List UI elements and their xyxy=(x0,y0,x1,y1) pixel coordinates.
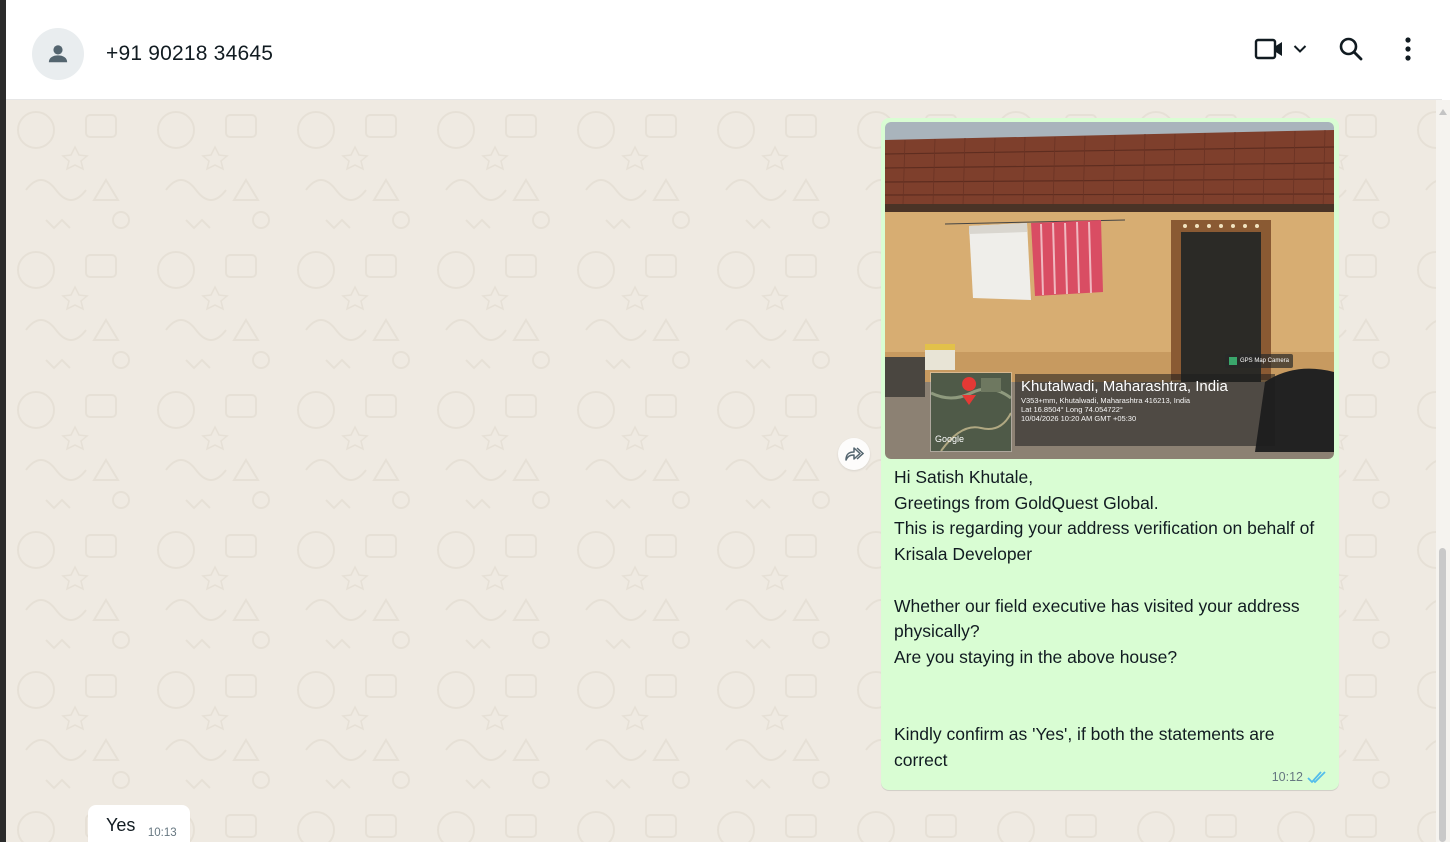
forward-icon xyxy=(845,447,864,461)
video-call-icon xyxy=(1254,38,1282,60)
gps-app-badge: GPS Map Camera xyxy=(1225,354,1294,368)
geotag-info-panel: Khutalwadi, Maharashtra, India V353+mm, … xyxy=(1015,374,1275,446)
geotag-coordinates: Lat 16.8504° Long 74.054722° xyxy=(1021,405,1123,414)
message-time: 10:12 xyxy=(1271,770,1303,784)
contact-avatar[interactable] xyxy=(32,28,84,80)
chevron-down-icon xyxy=(1293,45,1307,53)
outgoing-message-bubble[interactable]: Google GPS Map Camera Khutalwadi, Mahara… xyxy=(881,118,1339,790)
message-meta: 10:12 xyxy=(1272,770,1329,784)
outgoing-message-text: Hi Satish Khutale, Greetings from GoldQu… xyxy=(894,467,1315,770)
avatar-person-icon xyxy=(48,45,68,63)
video-call-button[interactable] xyxy=(1254,37,1308,61)
incoming-message-time: 10:13 xyxy=(147,827,177,839)
geotag-datetime: 10/04/2026 10:20 AM GMT +05:30 xyxy=(1021,414,1137,423)
gps-app-icon xyxy=(1229,357,1237,365)
message-photo[interactable]: Google GPS Map Camera Khutalwadi, Mahara… xyxy=(885,122,1334,459)
incoming-message-bubble[interactable]: Yes 10:13 xyxy=(88,805,190,842)
geotag-address: V353+mm, Khutalwadi, Maharashtra 416213,… xyxy=(1021,396,1191,405)
search-icon xyxy=(1339,37,1363,61)
map-brand-label: Google xyxy=(935,434,965,444)
chat-scrollbar-thumb[interactable] xyxy=(1439,548,1446,842)
chat-header: +91 90218 34645 xyxy=(6,8,1442,100)
read-receipt-double-check-icon xyxy=(1307,771,1326,784)
forward-message-button[interactable] xyxy=(838,438,870,470)
menu-dots-icon xyxy=(1405,37,1411,61)
contact-name[interactable]: +91 90218 34645 xyxy=(106,42,273,66)
gps-app-label: GPS Map Camera xyxy=(1240,358,1290,364)
header-actions xyxy=(1254,36,1412,62)
incoming-message-text: Yes xyxy=(106,815,136,835)
search-button[interactable] xyxy=(1338,36,1364,62)
whatsapp-chat-window: +91 90218 34645 Google GPS Map Camera Kh… xyxy=(0,0,1450,842)
scroll-up-arrow-icon[interactable] xyxy=(1439,108,1447,116)
geotag-location-title: Khutalwadi, Maharashtra, India xyxy=(1021,378,1228,395)
menu-button[interactable] xyxy=(1404,36,1412,62)
